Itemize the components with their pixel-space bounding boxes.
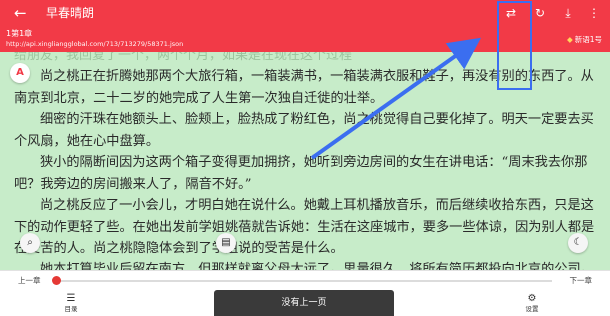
annotation-arrow-icon: [310, 37, 482, 160]
